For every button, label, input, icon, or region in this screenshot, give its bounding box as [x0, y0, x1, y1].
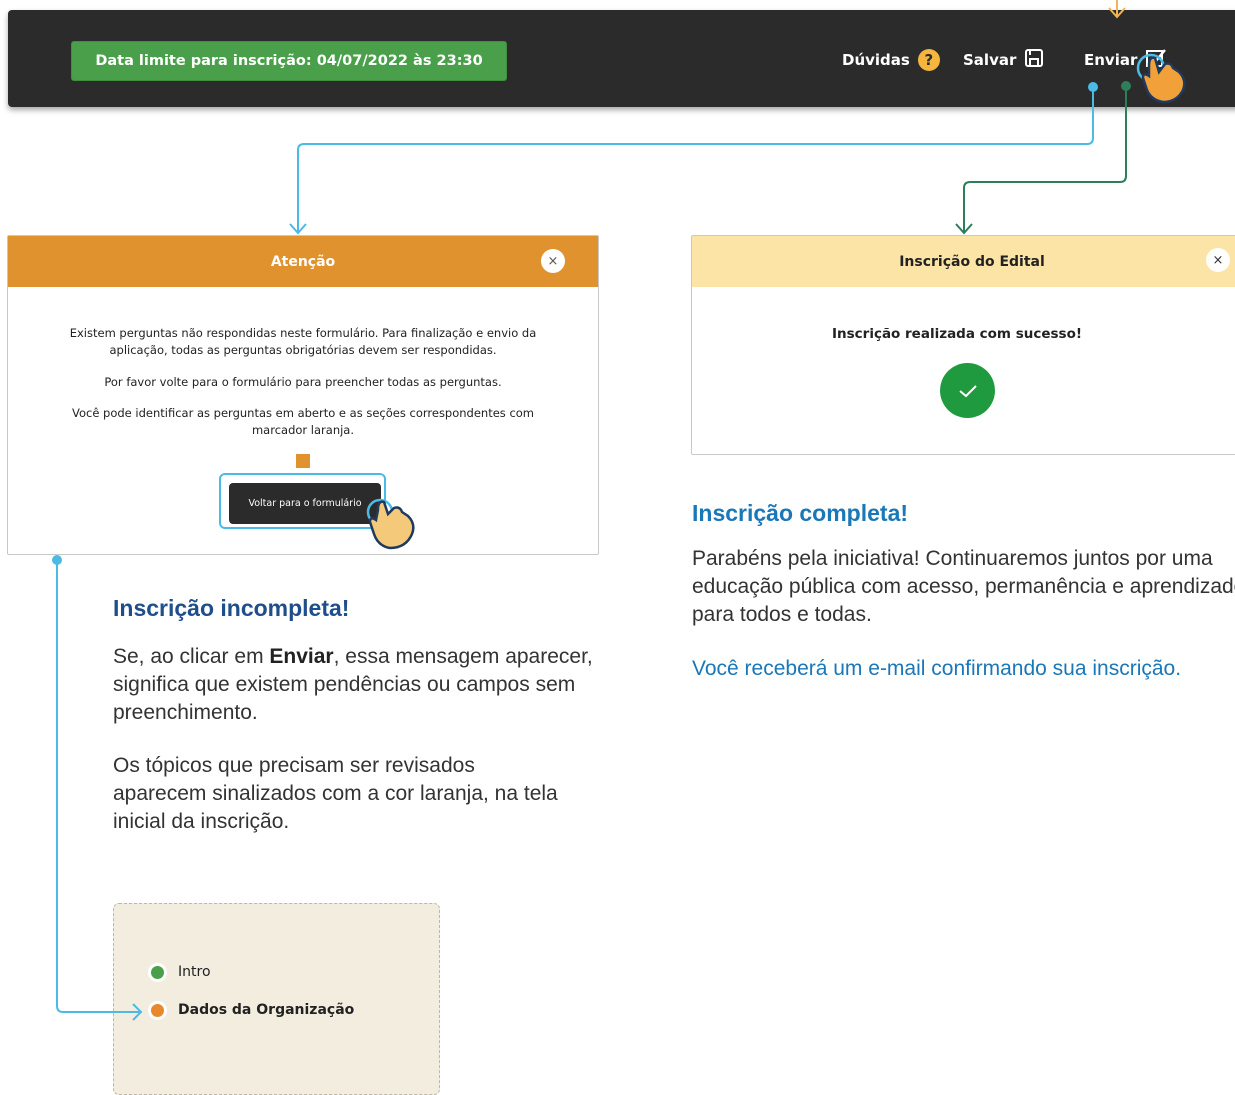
incomplete-paragraph-2: Os tópicos que precisam ser revisados ap… — [113, 754, 558, 833]
send-label: Enviar — [1084, 51, 1138, 69]
check-icon — [940, 363, 995, 418]
incomplete-para1-b: Enviar — [269, 645, 334, 668]
status-dot-green — [151, 965, 164, 979]
send-button[interactable]: Enviar — [1084, 48, 1167, 72]
save-label: Salvar — [963, 51, 1017, 69]
success-modal: Inscrição do Edital × Inscrição realizad… — [691, 235, 1235, 455]
attention-modal-header: Atenção — [8, 236, 598, 287]
complete-paragraph-2: Você receberá um e-mail confirmando sua … — [692, 657, 1182, 680]
section-label: Intro — [178, 964, 211, 980]
back-to-form-button[interactable]: Voltar para o formulário — [229, 483, 381, 524]
doubts-label: Dúvidas — [842, 51, 910, 69]
attention-modal-title: Atenção — [270, 253, 336, 270]
section-label: Dados da Organização — [178, 1002, 355, 1018]
incomplete-paragraph-1: Se, ao clicar em Enviar, essa mensagem a… — [113, 643, 593, 727]
success-modal-header: Inscrição do Edital — [692, 236, 1235, 287]
section-item-dados[interactable]: Dados da Organização — [151, 1002, 354, 1018]
save-button[interactable]: Salvar — [963, 48, 1044, 72]
orange-marker — [296, 454, 310, 468]
sections-panel — [113, 903, 440, 1095]
doubts-button[interactable]: Dúvidas ? — [842, 48, 940, 72]
attention-text-3: Você pode identificar as perguntas em ab… — [71, 406, 535, 437]
close-icon[interactable]: × — [541, 249, 565, 273]
checkbox-icon — [1145, 48, 1167, 72]
attention-text-2: Por favor volte para o formulário para p… — [104, 375, 502, 389]
save-icon — [1024, 48, 1044, 72]
complete-heading: Inscrição completa! — [692, 500, 909, 526]
close-icon[interactable]: × — [1206, 248, 1230, 272]
status-dot-orange — [151, 1003, 164, 1017]
incomplete-para1-a: Se, ao clicar em — [113, 645, 270, 668]
deadline-badge: Data limite para inscrição: 04/07/2022 à… — [71, 41, 507, 81]
question-icon: ? — [917, 49, 940, 71]
attention-text-1: Existem perguntas não respondidas neste … — [69, 326, 537, 357]
complete-paragraph-1: Parabéns pela iniciativa! Continuaremos … — [692, 547, 1235, 626]
success-modal-title: Inscrição do Edital — [899, 253, 1045, 270]
success-message: Inscrição realizada com sucesso! — [831, 326, 1082, 342]
section-item-intro[interactable]: Intro — [151, 964, 211, 980]
incomplete-heading: Inscrição incompleta! — [113, 595, 350, 621]
